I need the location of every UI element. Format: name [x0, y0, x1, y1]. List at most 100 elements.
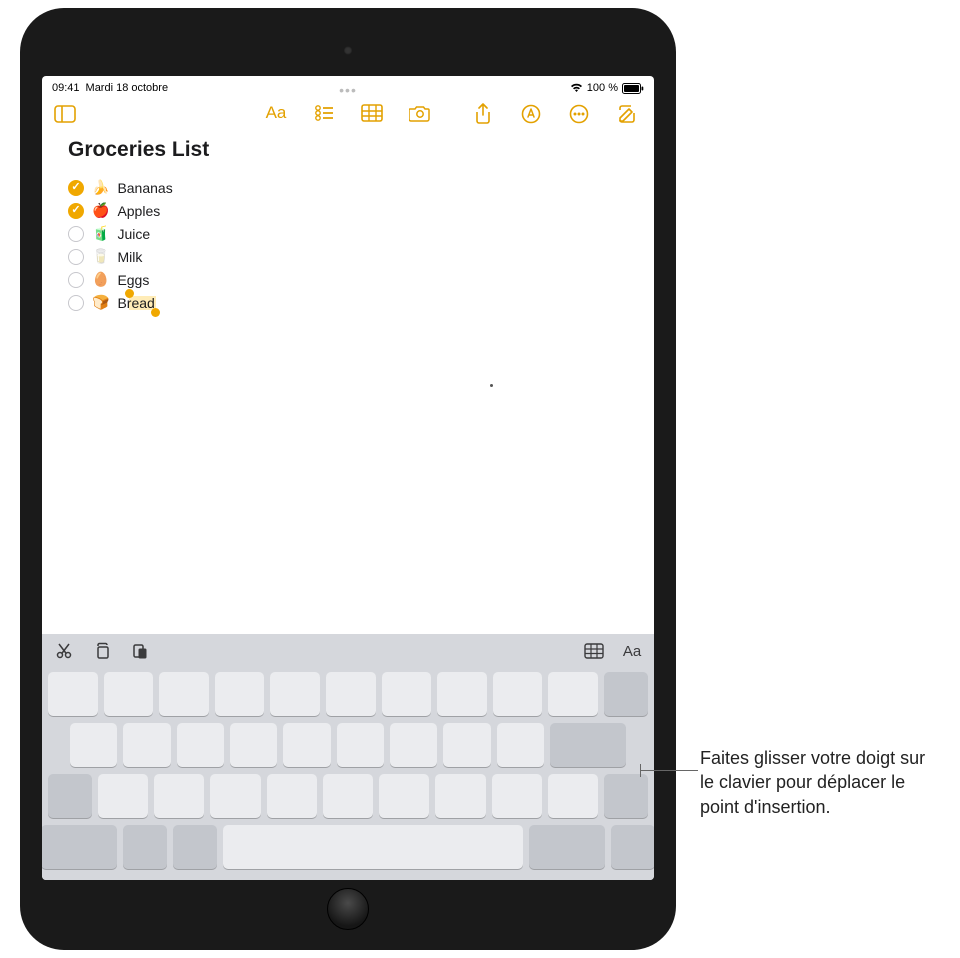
- onscreen-keyboard[interactable]: Aa: [42, 634, 654, 880]
- key-shift-right[interactable]: [604, 774, 648, 818]
- text-selection[interactable]: Bread: [117, 295, 154, 311]
- item-label: Bananas: [117, 180, 172, 196]
- text-format-icon[interactable]: Aa: [263, 100, 289, 126]
- selection-handle-start[interactable]: [125, 289, 134, 298]
- item-label: Bread: [117, 295, 154, 311]
- key-dismiss[interactable]: [611, 825, 654, 869]
- checklist-item[interactable]: 🥛 Milk: [68, 245, 628, 268]
- checkbox-circle[interactable]: [68, 249, 84, 265]
- copy-icon[interactable]: [92, 641, 112, 661]
- callout-text: Faites glisser votre doigt sur le clavie…: [700, 746, 940, 819]
- item-label: Apples: [117, 203, 160, 219]
- keyboard-format-icon[interactable]: Aa: [622, 641, 642, 661]
- checklist-icon[interactable]: [311, 100, 337, 126]
- key-space[interactable]: [223, 825, 523, 869]
- checklist-item[interactable]: 🍌 Bananas: [68, 176, 628, 199]
- table-icon[interactable]: [359, 100, 385, 126]
- keyboard-format-label: Aa: [623, 643, 641, 660]
- key-blank[interactable]: [443, 723, 490, 767]
- key-blank[interactable]: [104, 672, 154, 716]
- item-emoji: 🍞: [92, 294, 109, 311]
- checkbox-circle[interactable]: [68, 272, 84, 288]
- item-emoji: 🍌: [92, 179, 109, 196]
- battery-icon: [622, 82, 644, 94]
- item-emoji: 🥚: [92, 271, 109, 288]
- key-blank[interactable]: [210, 774, 260, 818]
- key-blank[interactable]: [337, 723, 384, 767]
- key-backspace[interactable]: [604, 672, 648, 716]
- key-blank[interactable]: [548, 672, 598, 716]
- checkbox-circle[interactable]: [68, 180, 84, 196]
- key-blank[interactable]: [215, 672, 265, 716]
- key-blank[interactable]: [283, 723, 330, 767]
- checklist-item[interactable]: 🥚 Eggs: [68, 268, 628, 291]
- item-emoji: 🥛: [92, 248, 109, 265]
- key-globe[interactable]: [123, 825, 167, 869]
- key-numbers[interactable]: [42, 825, 117, 869]
- multitask-dots-icon[interactable]: •••: [339, 82, 357, 98]
- key-blank[interactable]: [323, 774, 373, 818]
- key-shift-left[interactable]: [48, 774, 92, 818]
- key-blank[interactable]: [48, 672, 98, 716]
- cut-icon[interactable]: [54, 641, 74, 661]
- key-blank[interactable]: [437, 672, 487, 716]
- screen: 09:41 Mardi 18 octobre 100 % •••: [42, 76, 654, 880]
- checkbox-circle[interactable]: [68, 203, 84, 219]
- status-date: Mardi 18 octobre: [86, 82, 169, 94]
- sidebar-toggle-icon[interactable]: [52, 101, 78, 127]
- ipad-device-frame: 09:41 Mardi 18 octobre 100 % •••: [20, 8, 676, 950]
- key-blank[interactable]: [177, 723, 224, 767]
- checkbox-circle[interactable]: [68, 226, 84, 242]
- key-blank[interactable]: [548, 774, 598, 818]
- key-blank[interactable]: [435, 774, 485, 818]
- checklist-item[interactable]: 🧃 Juice: [68, 222, 628, 245]
- wifi-icon: [570, 82, 583, 94]
- key-blank[interactable]: [390, 723, 437, 767]
- item-label: Milk: [117, 249, 142, 265]
- key-numbers-right[interactable]: [529, 825, 605, 869]
- key-blank[interactable]: [123, 723, 170, 767]
- key-blank[interactable]: [382, 672, 432, 716]
- keyboard-shortcut-bar: Aa: [42, 634, 654, 668]
- checkbox-circle[interactable]: [68, 295, 84, 311]
- callout-leader-line: [640, 770, 698, 771]
- key-blank[interactable]: [492, 774, 542, 818]
- share-icon[interactable]: [470, 101, 496, 127]
- camera-icon[interactable]: [407, 100, 433, 126]
- checklist-item[interactable]: 🍞 Bread: [68, 291, 628, 314]
- checklist-item[interactable]: 🍎 Apples: [68, 199, 628, 222]
- keyboard-table-icon[interactable]: [584, 641, 604, 661]
- paste-icon[interactable]: [130, 641, 150, 661]
- key-blank[interactable]: [270, 672, 320, 716]
- item-label: Eggs: [117, 272, 149, 288]
- checklist: 🍌 Bananas 🍎 Apples 🧃 Juice 🥛 Milk 🥚 Eggs 🍞 Bread: [68, 176, 628, 314]
- item-emoji: 🧃: [92, 225, 109, 242]
- key-blank[interactable]: [70, 723, 117, 767]
- keyboard-keys[interactable]: [42, 668, 654, 880]
- key-blank[interactable]: [98, 774, 148, 818]
- battery-percent: 100 %: [587, 82, 618, 94]
- item-label: Juice: [117, 226, 150, 242]
- status-time: 09:41: [52, 82, 80, 94]
- note-title[interactable]: Groceries List: [68, 138, 628, 162]
- markup-icon[interactable]: [518, 101, 544, 127]
- selection-handle-end[interactable]: [151, 308, 160, 317]
- cursor-dot: [490, 384, 493, 387]
- front-camera: [344, 46, 353, 55]
- key-blank[interactable]: [154, 774, 204, 818]
- item-emoji: 🍎: [92, 202, 109, 219]
- more-icon[interactable]: [566, 101, 592, 127]
- key-blank[interactable]: [493, 672, 543, 716]
- key-blank[interactable]: [159, 672, 209, 716]
- home-button[interactable]: [327, 888, 369, 930]
- key-blank[interactable]: [230, 723, 277, 767]
- note-body[interactable]: Groceries List 🍌 Bananas 🍎 Apples 🧃 Juice 🥛 Mil…: [42, 132, 654, 320]
- compose-icon[interactable]: [614, 101, 640, 127]
- text-format-label: Aa: [266, 103, 287, 123]
- key-blank[interactable]: [267, 774, 317, 818]
- key-blank[interactable]: [497, 723, 544, 767]
- key-return[interactable]: [550, 723, 626, 767]
- key-blank[interactable]: [379, 774, 429, 818]
- key-mic[interactable]: [173, 825, 217, 869]
- key-blank[interactable]: [326, 672, 376, 716]
